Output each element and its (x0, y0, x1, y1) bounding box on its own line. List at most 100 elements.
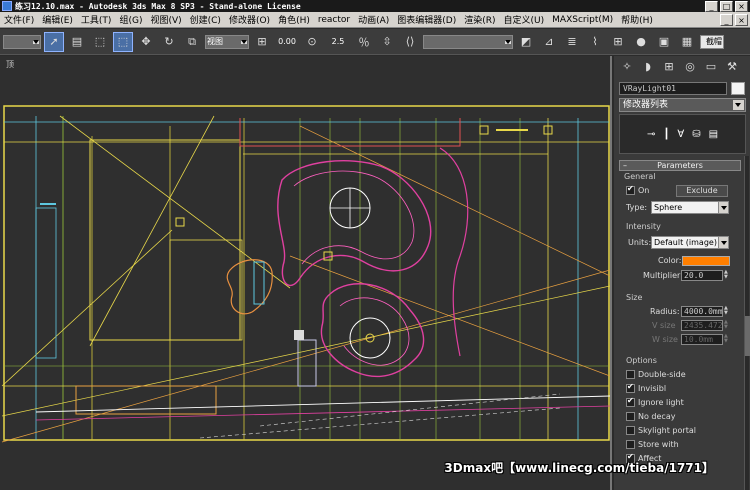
option-checkbox[interactable] (626, 426, 635, 435)
render-type-dropdown[interactable]: 截帽 (700, 34, 724, 49)
panel-scrollbar[interactable] (744, 156, 750, 490)
option-checkbox[interactable] (626, 370, 635, 379)
align-icon[interactable]: ⊿ (539, 32, 559, 52)
option-checkbox[interactable] (626, 382, 635, 393)
angle-snap-toggle[interactable]: 2.5 (325, 32, 351, 52)
menu-rendering[interactable]: 渲染(R) (464, 13, 495, 26)
curve-editor-icon[interactable]: ⌇ (585, 32, 605, 52)
rotate-icon[interactable]: ↻ (159, 32, 179, 52)
menu-modifiers[interactable]: 修改器(O) (229, 13, 270, 26)
radius-spinner[interactable]: 4000.0mm (681, 306, 723, 317)
top-viewport[interactable]: 顶 (0, 56, 612, 490)
radius-spinner-arrows[interactable]: ▲ ▼ (724, 306, 729, 317)
multiplier-label: Multiplier: (643, 271, 683, 280)
on-checkbox[interactable] (626, 184, 635, 195)
wsize-spinner: 10.0mm (681, 334, 723, 345)
mirror-icon[interactable]: ◩ (516, 32, 536, 52)
option-checkbox[interactable] (626, 440, 635, 449)
select-by-name-icon[interactable]: ▤ (67, 32, 87, 52)
multiplier-spinner-arrows[interactable]: ▲ ▼ (724, 270, 729, 281)
material-editor-icon[interactable]: ● (631, 32, 651, 52)
render-setup-icon[interactable]: ▣ (654, 32, 674, 52)
menu-file[interactable]: 文件(F) (4, 13, 34, 26)
remove-modifier-icon[interactable]: ⛁ (692, 129, 700, 140)
chevron-down-icon (733, 100, 744, 110)
named-selection-set-dropdown[interactable] (423, 34, 513, 49)
named-selection-icon[interactable]: ⟨⟩ (400, 32, 420, 52)
multiplier-spinner[interactable]: 20.0 (681, 270, 723, 281)
option-checkbox[interactable] (626, 396, 635, 407)
exclude-button[interactable]: Exclude (676, 185, 728, 197)
object-color-swatch[interactable] (731, 82, 745, 95)
menu-tools[interactable]: 工具(T) (81, 13, 112, 26)
modify-tab-icon[interactable]: ◗ (639, 59, 657, 75)
menu-create[interactable]: 创建(C) (190, 13, 221, 26)
construction-line (289, 255, 610, 377)
menu-help[interactable]: 帮助(H) (621, 13, 653, 26)
menu-group[interactable]: 组(G) (119, 13, 142, 26)
menu-character[interactable]: 角色(H) (278, 13, 310, 26)
display-tab-icon[interactable]: ▭ (702, 59, 720, 75)
percent-snap-icon[interactable]: ％ (354, 32, 374, 52)
window-crossing-icon[interactable]: ⬚ (113, 31, 133, 52)
road-dash (199, 407, 561, 439)
doc-minimize-button[interactable]: _ (720, 13, 733, 26)
color-label: Color: (658, 256, 682, 265)
rect-selection-icon[interactable]: ⬚ (90, 32, 110, 52)
app-icon (2, 1, 12, 11)
menu-animation[interactable]: 动画(A) (358, 13, 389, 26)
doc-close-button[interactable]: × (735, 13, 748, 26)
snap-value[interactable]: 0.00 (275, 32, 299, 52)
pivot-icon[interactable]: ⊞ (252, 32, 272, 52)
menu-views[interactable]: 视图(V) (150, 13, 181, 26)
modifier-list-dropdown[interactable]: 修改器列表 (619, 98, 746, 112)
render-frame-icon[interactable]: ▦ (677, 32, 697, 52)
chevron-down-icon (718, 202, 728, 213)
watermark-text: 3Dmax吧【www.linecg.com/tieba/1771】 (444, 461, 714, 475)
menu-graph-editors[interactable]: 图表编辑器(D) (397, 13, 456, 26)
pin-stack-icon[interactable]: ⊸ (647, 129, 655, 140)
wsize-label: W size (652, 335, 678, 344)
selection-filter-dropdown[interactable] (3, 34, 41, 49)
angle-snap-label: 2.5 (331, 36, 345, 46)
layer-manager-icon[interactable]: ≣ (562, 32, 582, 52)
menu-reactor[interactable]: reactor (318, 15, 350, 25)
create-tab-icon[interactable]: ✧ (618, 59, 636, 75)
panel-scrollbar-thumb[interactable] (745, 316, 750, 356)
menu-customize[interactable]: 自定义(U) (504, 13, 545, 26)
path-curve (439, 147, 469, 357)
reference-coord-dropdown[interactable]: 视图 (205, 34, 249, 49)
maximize-button[interactable]: □ (720, 0, 733, 12)
light-color-swatch[interactable] (682, 256, 730, 266)
options-group-label: Options (626, 356, 657, 365)
utilities-tab-icon[interactable]: ⚒ (723, 59, 741, 75)
schematic-view-icon[interactable]: ⊞ (608, 32, 628, 52)
on-label: On (638, 186, 650, 195)
menu-edit[interactable]: 编辑(E) (42, 13, 73, 26)
snaps-toggle-icon[interactable]: ⊙ (302, 32, 322, 52)
parameters-rollout-header[interactable]: – Parameters (619, 160, 741, 171)
scale-icon[interactable]: ⧉ (182, 32, 202, 52)
stack-tools: ⊸ ┃ ∀ ⛁ ▤ (619, 125, 746, 143)
spinner-snap-icon[interactable]: ⇳ (377, 32, 397, 52)
units-label: Units: (628, 238, 652, 247)
motion-tab-icon[interactable]: ◎ (681, 59, 699, 75)
hierarchy-tab-icon[interactable]: ⊞ (660, 59, 678, 75)
close-button[interactable]: × (735, 0, 748, 12)
menu-maxscript[interactable]: MAXScript(M) (552, 15, 613, 25)
minimize-button[interactable]: _ (705, 0, 718, 12)
move-icon[interactable]: ✥ (136, 32, 156, 52)
show-end-result-icon[interactable]: ┃ (663, 129, 669, 140)
object-name-field[interactable]: VRayLight01 (619, 82, 727, 95)
light-type-dropdown[interactable]: Sphere (651, 201, 729, 214)
option-checkbox[interactable] (626, 412, 635, 421)
marker (479, 125, 489, 135)
units-dropdown[interactable]: Default (image) (651, 236, 729, 249)
configure-sets-icon[interactable]: ▤ (709, 129, 718, 140)
select-arrow-icon[interactable]: ➚ (44, 31, 64, 52)
reference-coord-value: 视图 (207, 37, 223, 46)
option-label: Double-side (638, 370, 686, 379)
command-panel: ✧ ◗ ⊞ ◎ ▭ ⚒ VRayLight01 修改器列表 ⊸ ┃ ∀ ⛁ ▤ … (614, 56, 750, 490)
vsize-label: V size (652, 321, 676, 330)
make-unique-icon[interactable]: ∀ (677, 129, 684, 140)
